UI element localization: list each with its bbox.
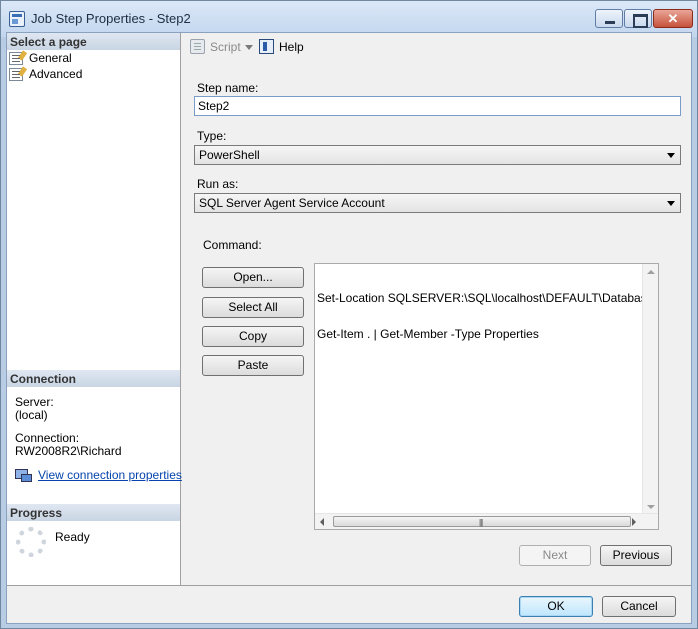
script-icon (190, 39, 205, 54)
left-pane: Select a page General Advanced Connectio… (7, 33, 182, 585)
help-label: Help (279, 40, 304, 54)
type-select-value: PowerShell (199, 148, 260, 162)
help-icon (259, 39, 274, 54)
select-all-button[interactable]: Select All (202, 297, 304, 318)
maximize-icon (625, 10, 651, 28)
page-item-general[interactable]: General (9, 51, 169, 67)
select-page-header: Select a page (7, 33, 180, 50)
server-label: Server: (15, 395, 54, 409)
open-button[interactable]: Open... (202, 267, 304, 288)
minimize-button[interactable] (595, 9, 623, 28)
progress-header: Progress (7, 504, 180, 521)
command-editor[interactable]: Set-Location SQLSERVER:\SQL\localhost\DE… (314, 263, 659, 530)
connection-header: Connection (7, 370, 180, 387)
job-step-icon (9, 11, 25, 27)
close-button[interactable] (653, 9, 693, 28)
property-page-icon (9, 68, 23, 81)
scroll-up-icon[interactable] (647, 270, 655, 274)
close-icon (654, 10, 692, 27)
run-as-select[interactable]: SQL Server Agent Service Account (194, 193, 681, 213)
scroll-left-icon[interactable] (320, 518, 324, 526)
paste-button[interactable]: Paste (202, 355, 304, 376)
script-label: Script (210, 40, 241, 54)
page-item-label: Advanced (29, 67, 83, 81)
property-page-icon (9, 52, 23, 65)
page-item-label: General (29, 51, 72, 65)
toolbar: Script Help (182, 33, 691, 61)
previous-button[interactable]: Previous (600, 545, 672, 566)
dialog-client-area: Select a page General Advanced Connectio… (6, 32, 692, 624)
window-title: Job Step Properties - Step2 (31, 11, 191, 26)
copy-button[interactable]: Copy (202, 326, 304, 347)
command-label: Command: (203, 238, 262, 252)
grip-icon: ||| (479, 518, 483, 527)
horizontal-scrollbar[interactable]: ||| (315, 513, 658, 529)
command-line: Set-Location SQLSERVER:\SQL\localhost\DE… (317, 291, 643, 305)
general-page-content: Step name: Step2 Type: PowerShell Run as… (182, 63, 691, 585)
server-value: (local) (15, 408, 48, 422)
vertical-scrollbar[interactable] (642, 264, 658, 515)
connection-value: RW2008R2\Richard (15, 444, 122, 458)
type-select[interactable]: PowerShell (194, 145, 681, 165)
dialog-footer: OK Cancel (7, 585, 691, 623)
page-item-advanced[interactable]: Advanced (9, 67, 169, 83)
command-line: Get-Item . | Get-Member -Type Properties (317, 327, 539, 341)
script-dropdown-arrow[interactable] (245, 45, 253, 50)
run-as-select-value: SQL Server Agent Service Account (199, 196, 385, 210)
cancel-button[interactable]: Cancel (602, 596, 676, 617)
maximize-button[interactable] (624, 9, 652, 28)
minimize-icon (596, 10, 622, 27)
run-as-label: Run as: (197, 177, 239, 191)
progress-spinner-icon (16, 527, 46, 557)
step-name-field[interactable]: Step2 (194, 96, 681, 116)
next-button[interactable]: Next (519, 545, 591, 566)
chevron-down-icon (667, 201, 675, 206)
connection-label: Connection: (15, 431, 80, 445)
view-connection-properties-link[interactable]: View connection properties (38, 468, 182, 482)
job-step-properties-window: Job Step Properties - Step2 Select a pag… (0, 0, 698, 629)
chevron-down-icon (667, 153, 675, 158)
command-text[interactable]: Set-Location SQLSERVER:\SQL\localhost\DE… (317, 268, 643, 508)
type-label: Type: (197, 129, 227, 143)
scroll-right-icon[interactable] (632, 518, 636, 526)
connection-properties-icon (15, 467, 32, 482)
scroll-down-icon[interactable] (647, 505, 655, 509)
scrollbar-thumb[interactable]: ||| (333, 516, 631, 527)
progress-status: Ready (55, 530, 90, 544)
step-name-label: Step name: (197, 81, 259, 95)
ok-button[interactable]: OK (519, 596, 593, 617)
